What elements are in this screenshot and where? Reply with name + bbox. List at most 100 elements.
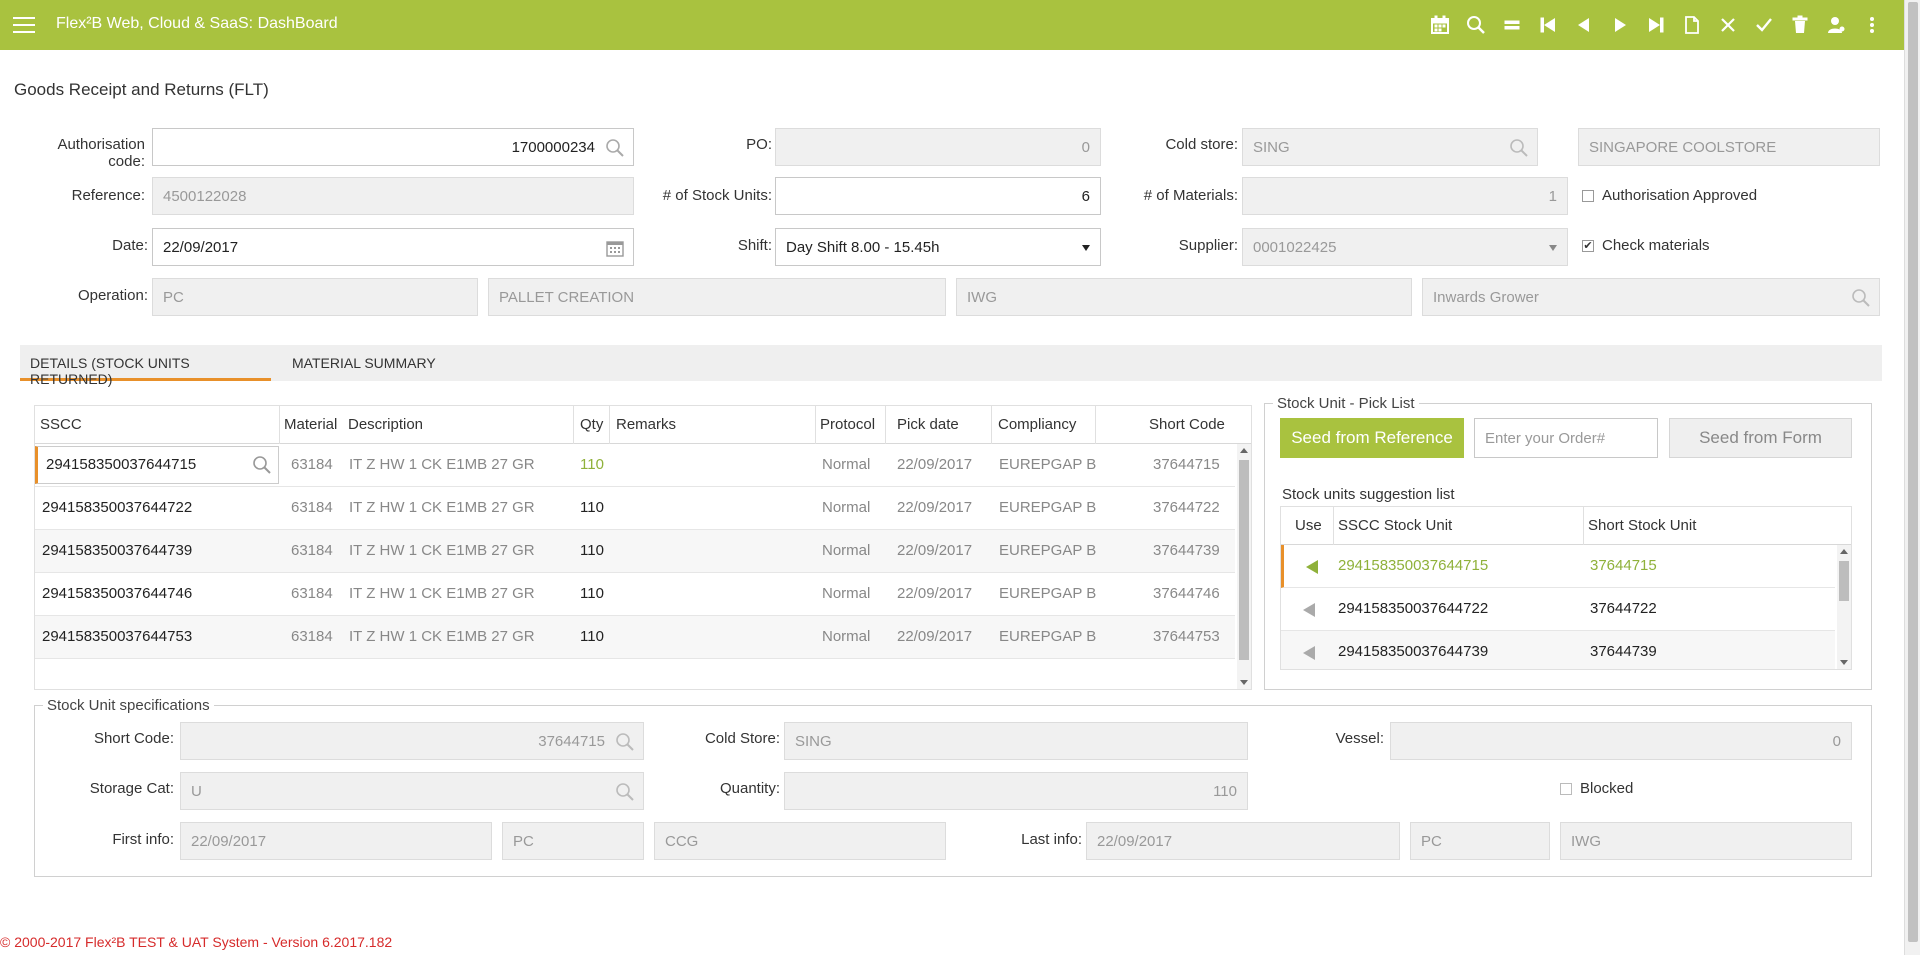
use-arrow-icon[interactable]	[1303, 646, 1315, 660]
seed-from-reference-button[interactable]: Seed from Reference	[1280, 418, 1464, 458]
col-pick-date[interactable]: Pick date	[897, 416, 959, 433]
chevron-down-icon[interactable]	[1082, 245, 1090, 251]
suggestion-scrollbar[interactable]	[1837, 545, 1851, 669]
scroll-up-icon[interactable]	[1240, 448, 1248, 453]
col-compliancy[interactable]: Compliancy	[998, 416, 1076, 433]
auth-code-value: 1700000234	[511, 138, 595, 156]
page-scrollbar[interactable]	[1904, 0, 1920, 955]
scroll-down-icon[interactable]	[1240, 680, 1248, 685]
search-icon[interactable]	[1851, 288, 1871, 308]
order-input[interactable]: Enter your Order#	[1474, 418, 1658, 458]
operation-label: Operation:	[77, 287, 148, 304]
col-description[interactable]: Description	[348, 416, 423, 433]
checkbox-box[interactable]	[1560, 782, 1572, 795]
operation-code2: IWG	[967, 288, 997, 306]
spec-vessel-value: 0	[1832, 732, 1841, 750]
cell-description: IT Z HW 1 CK E1MB 27 GR	[349, 456, 535, 473]
tab-material-summary[interactable]: MATERIAL SUMMARY	[282, 345, 446, 381]
cell-material: 63184	[291, 542, 333, 559]
calendar-icon[interactable]	[1422, 12, 1458, 38]
col-sscc-stock-unit[interactable]: SSCC Stock Unit	[1338, 517, 1452, 534]
search-icon[interactable]	[615, 782, 635, 802]
cold-store-code: SING	[1253, 138, 1290, 156]
spec-quantity-value: 110	[1213, 782, 1237, 800]
use-arrow-icon[interactable]	[1303, 603, 1315, 617]
suggestion-list-title: Stock units suggestion list	[1282, 486, 1455, 503]
grid-scrollbar[interactable]	[1237, 444, 1251, 689]
user-icon[interactable]	[1818, 12, 1854, 38]
order-placeholder: Enter your Order#	[1485, 429, 1606, 447]
search-icon[interactable]	[615, 732, 635, 752]
page-scrollbar-thumb[interactable]	[1908, 2, 1918, 942]
spec-vessel-field: 0	[1390, 722, 1852, 760]
delete-icon[interactable]	[1782, 12, 1818, 38]
pick-list-legend: Stock Unit - Pick List	[1277, 395, 1415, 412]
close-icon[interactable]	[1710, 12, 1746, 38]
app-title: Flex²B Web, Cloud & SaaS: DashBoard	[56, 15, 338, 32]
chevron-down-icon[interactable]	[1549, 245, 1557, 251]
checkbox-box-checked[interactable]: ✔	[1582, 239, 1594, 252]
next-record-icon[interactable]	[1602, 12, 1638, 38]
table-row[interactable]: 294158350037644746 63184 IT Z HW 1 CK E1…	[35, 573, 1235, 616]
cold-store-code-field: SING	[1242, 128, 1538, 166]
table-row[interactable]: 294158350037644739 63184 IT Z HW 1 CK E1…	[35, 530, 1235, 573]
cell-qty: 110	[580, 585, 604, 602]
check-materials-checkbox[interactable]: ✔ Check materials	[1582, 237, 1710, 254]
grid-scrollbar-thumb[interactable]	[1239, 460, 1249, 660]
col-protocol[interactable]: Protocol	[820, 416, 875, 433]
col-material[interactable]: Material	[284, 416, 337, 433]
cell-material: 63184	[291, 499, 333, 516]
sscc-input[interactable]: 294158350037644715	[35, 446, 279, 484]
col-remarks[interactable]: Remarks	[616, 416, 676, 433]
cell-short-code: 37644753	[1153, 628, 1220, 645]
suggestion-scrollbar-thumb[interactable]	[1839, 561, 1849, 601]
spec-quantity-field: 110	[784, 772, 1248, 810]
spec-last-info-code2-field: IWG	[1560, 822, 1852, 860]
calendar-icon[interactable]	[605, 238, 625, 258]
cell-material: 63184	[291, 456, 333, 473]
check-icon[interactable]	[1746, 12, 1782, 38]
tab-details[interactable]: DETAILS (STOCK UNITS RETURNED)	[20, 345, 271, 387]
date-field[interactable]: 22/09/2017	[152, 228, 634, 266]
first-record-icon[interactable]	[1530, 12, 1566, 38]
reference-field: 4500122028	[152, 177, 634, 215]
shift-select[interactable]: Day Shift 8.00 - 15.45h	[775, 228, 1101, 266]
checkbox-box[interactable]	[1582, 189, 1594, 202]
suggestion-row[interactable]: 294158350037644739 37644739	[1281, 631, 1835, 669]
cell-short-code: 37644746	[1153, 585, 1220, 602]
cell-protocol: Normal	[822, 628, 871, 645]
use-arrow-icon[interactable]	[1306, 560, 1318, 574]
more-vert-icon[interactable]	[1854, 12, 1890, 38]
col-sscc[interactable]: SSCC	[40, 416, 82, 433]
cell-sscc: 294158350037644753	[42, 628, 193, 645]
table-row[interactable]: 294158350037644722 63184 IT Z HW 1 CK E1…	[35, 487, 1235, 530]
col-short-code[interactable]: Short Code	[1149, 416, 1225, 433]
operation-name2-field: Inwards Grower	[1422, 278, 1880, 316]
scroll-up-icon[interactable]	[1840, 549, 1848, 554]
blocked-checkbox[interactable]: Blocked	[1560, 780, 1633, 797]
suggestion-row[interactable]: 294158350037644722 37644722	[1281, 588, 1835, 631]
new-document-icon[interactable]	[1674, 12, 1710, 38]
stock-units-field[interactable]: 6	[775, 177, 1101, 215]
seed-from-form-button[interactable]: Seed from Form	[1669, 418, 1852, 458]
search-icon[interactable]	[1458, 12, 1494, 38]
suggestion-row[interactable]: 294158350037644715 37644715	[1281, 545, 1835, 588]
table-row[interactable]: 294158350037644753 63184 IT Z HW 1 CK E1…	[35, 616, 1235, 659]
scroll-down-icon[interactable]	[1840, 660, 1848, 665]
equals-icon[interactable]	[1494, 12, 1530, 38]
auth-approved-checkbox[interactable]: Authorisation Approved	[1582, 187, 1757, 204]
col-use[interactable]: Use	[1295, 517, 1322, 534]
search-icon[interactable]	[252, 455, 272, 475]
previous-record-icon[interactable]	[1566, 12, 1602, 38]
table-row[interactable]: 294158350037644715 63184 IT Z HW 1 CK E1…	[35, 444, 1235, 487]
supplier-value: 0001022425	[1253, 238, 1337, 256]
search-icon[interactable]	[605, 138, 625, 158]
cell-compliancy: EUREPGAP B	[999, 542, 1097, 559]
search-icon[interactable]	[1509, 138, 1529, 158]
hamburger-menu-icon[interactable]	[10, 12, 38, 38]
spec-last-info-code-field: PC	[1410, 822, 1550, 860]
col-short-stock-unit[interactable]: Short Stock Unit	[1588, 517, 1696, 534]
col-qty[interactable]: Qty	[580, 416, 603, 433]
auth-code-field[interactable]: 1700000234	[152, 128, 634, 166]
last-record-icon[interactable]	[1638, 12, 1674, 38]
